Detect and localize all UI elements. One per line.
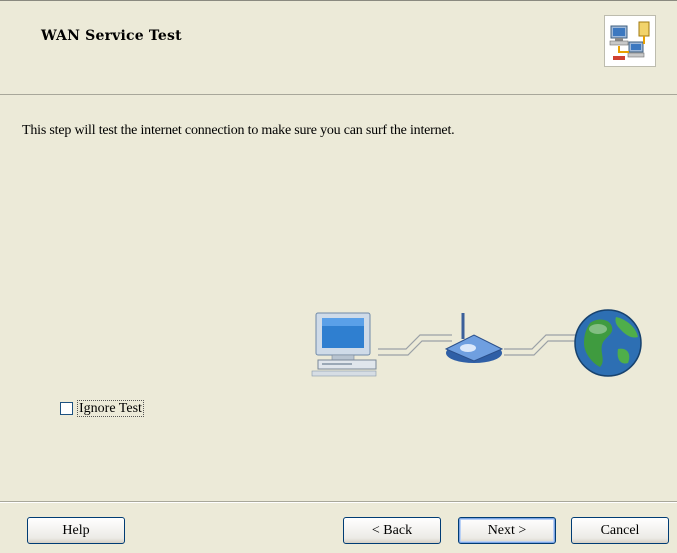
cancel-button[interactable]: Cancel	[571, 517, 669, 544]
wizard-header: WAN Service Test	[0, 0, 677, 95]
globe-icon	[574, 309, 642, 377]
network-wizard-icon	[604, 15, 656, 67]
help-button[interactable]: Help	[27, 517, 125, 544]
page-title: WAN Service Test	[41, 28, 182, 44]
ignore-test-option[interactable]: Ignore Test	[60, 400, 144, 417]
next-button[interactable]: Next >	[458, 517, 556, 544]
back-button[interactable]: < Back	[343, 517, 441, 544]
cable	[504, 334, 582, 356]
connection-illustration	[292, 305, 652, 390]
ignore-test-checkbox[interactable]	[60, 402, 73, 415]
footer-divider	[0, 501, 677, 503]
wizard-window: WAN Service Test This step will test the…	[0, 0, 677, 553]
router-icon	[444, 313, 504, 363]
ignore-test-label[interactable]: Ignore Test	[77, 400, 144, 417]
computer-icon	[311, 312, 377, 377]
description-text: This step will test the internet connect…	[22, 123, 455, 138]
cable	[378, 334, 452, 356]
